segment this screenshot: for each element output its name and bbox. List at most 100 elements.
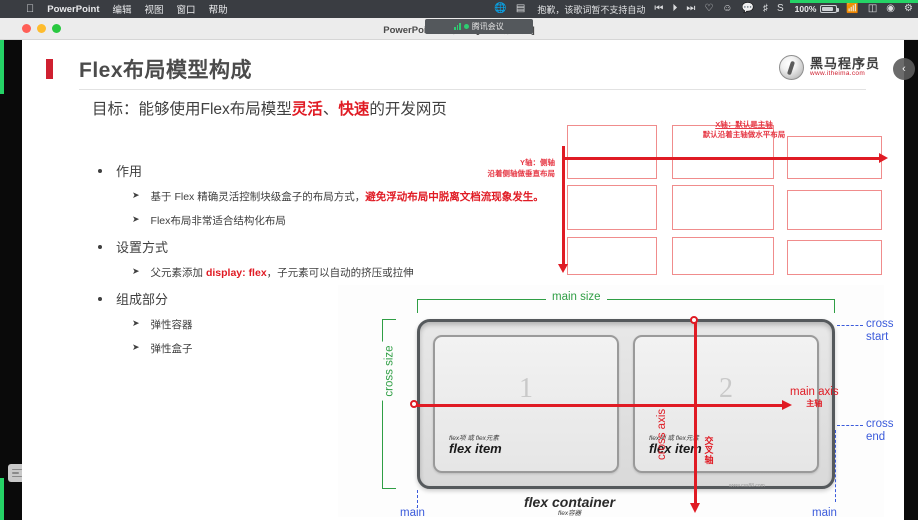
flex-item-number: 1 xyxy=(519,373,533,404)
screenshot-root:  PowerPoint 编辑 视图 窗口 帮助 🌐 ▤ 抱歉，该歌词暂不支持自… xyxy=(0,0,918,520)
title-divider xyxy=(79,89,866,90)
page-title: Flex布局模型构成 xyxy=(79,59,253,82)
menu-item-powerpoint[interactable]: PowerPoint xyxy=(47,4,99,15)
objective-highlight-1: 灵活 xyxy=(291,101,323,118)
main-axis-origin-dot xyxy=(410,400,418,408)
arrow-bullet-icon: ➤ xyxy=(132,190,140,200)
wechat-icon[interactable]: 💬 xyxy=(742,4,754,14)
music-note-icon[interactable]: ♯ xyxy=(763,4,768,14)
lyrics-status-text: 抱歉，该歌词暂不支持自动 xyxy=(537,4,646,15)
arrow-bullet-icon: ➤ xyxy=(132,214,140,224)
flex-container-label: flex container flex容器 xyxy=(524,494,616,518)
arrow-bullet-icon: ➤ xyxy=(132,342,140,352)
flex-model-diagram: main size cross size 1 flex项 或 flex元素 fl… xyxy=(338,285,893,520)
sub-bullet-item: ➤ Flex布局非常适合结构化布局 xyxy=(132,213,558,228)
bullet-dot-icon xyxy=(98,296,102,301)
sub-bullet-text-2: ，子元素可以自动的挤压或拉伸 xyxy=(266,267,414,279)
bullet-dot-icon xyxy=(98,244,102,249)
left-rail xyxy=(0,40,22,520)
y-axis-annotation-line2: 沿着侧轴做垂直布局 xyxy=(487,168,556,178)
logo-name: 黑马程序员 xyxy=(809,56,880,72)
main-axis-label-cn: 主轴 xyxy=(806,399,823,409)
next-track-icon[interactable]: ⏭ xyxy=(686,4,695,14)
grid-box xyxy=(787,190,882,230)
grid-box xyxy=(567,185,657,230)
signal-bars-icon xyxy=(454,23,461,30)
menu-item-edit[interactable]: 编辑 xyxy=(113,2,132,16)
heart-icon[interactable]: ♡ xyxy=(704,4,713,14)
diagram-watermark: www.css88.com xyxy=(729,483,765,489)
meeting-overlay-badge[interactable]: 腾讯会议 xyxy=(425,19,533,34)
main-start-label: main start xyxy=(400,507,425,520)
cross-start-label: cross start xyxy=(866,318,894,344)
flex-container-label-cn: flex容器 xyxy=(557,510,582,518)
grid-box xyxy=(672,237,774,275)
sub-bullet-highlight: 避免浮动布局中脱离文档流现象发生。 xyxy=(365,191,544,203)
apple-icon[interactable]:  xyxy=(26,3,34,15)
cross-axis-label-cn: 交叉轴 xyxy=(704,436,714,465)
bullet-dot-icon xyxy=(98,168,102,173)
horse-logo-icon xyxy=(778,55,804,80)
play-icon[interactable]: ⏵ xyxy=(672,4,677,14)
main-end-label: main end xyxy=(812,507,837,520)
bullet-item: 设置方式 xyxy=(98,237,558,256)
y-axis-annotation-line1: Y轴：侧轴 xyxy=(519,158,555,167)
bullet-label: 作用 xyxy=(116,164,143,179)
sub-bullet-code: display: flex xyxy=(205,267,267,279)
objective-prefix: 目标：能够使用Flex布局模型 xyxy=(92,101,292,118)
y-axis-arrow xyxy=(557,146,568,273)
y-axis-annotation: Y轴：侧轴 沿着侧轴做垂直布局 xyxy=(459,158,556,180)
sogou-input-icon[interactable]: S xyxy=(777,4,784,14)
objective-suffix: 的开发网页 xyxy=(369,101,447,118)
flex-container-label-en: flex container xyxy=(524,494,616,510)
sub-bullet-item: ➤ 父元素添加 display: flex，子元素可以自动的挤压或拉伸 xyxy=(132,265,558,280)
airdrop-icon[interactable]: ◫ xyxy=(868,4,877,14)
cross-start-dash xyxy=(837,325,863,326)
cross-end-dash xyxy=(837,425,863,426)
title-accent-bar xyxy=(46,59,53,79)
slide-canvas: Flex布局模型构成 黑马程序员 www.itheima.com 目标：能够使用… xyxy=(22,41,904,520)
main-start-label-line1: main xyxy=(400,507,425,519)
main-start-dash xyxy=(417,490,418,508)
meeting-overlay-label: 腾讯会议 xyxy=(471,22,504,31)
main-axis-label: main axis 主轴 xyxy=(790,385,839,409)
objective-separator: 、 xyxy=(322,101,339,118)
previous-track-icon[interactable]: ⏮ xyxy=(654,4,663,14)
chevron-left-icon[interactable]: ‹ xyxy=(893,58,915,80)
cross-axis-origin-dot xyxy=(690,316,698,324)
menu-item-help[interactable]: 帮助 xyxy=(209,2,228,16)
sub-bullet-text: 基于 Flex 精确灵活控制块级盒子的布局方式， xyxy=(150,191,366,203)
sub-bullet-text: 弹性盒子 xyxy=(150,343,193,355)
wifi-icon[interactable]: 📶 xyxy=(846,4,858,14)
arrow-bullet-icon: ➤ xyxy=(132,318,140,328)
objective-highlight-2: 快速 xyxy=(338,101,370,118)
slide-title-row: Flex布局模型构成 xyxy=(46,54,252,84)
brand-logo: 黑马程序员 www.itheima.com xyxy=(778,55,880,80)
main-axis-arrow xyxy=(414,400,792,410)
sub-bullet-text: Flex布局非常适合结构化布局 xyxy=(150,215,286,227)
screen-share-indicator xyxy=(790,0,918,3)
objective-line: 目标：能够使用Flex布局模型灵活、快速的开发网页 xyxy=(92,97,447,119)
x-axis-annotation: X轴：默认是主轴 默认沿着主轴做水平布局 xyxy=(669,120,819,140)
right-edge-strip xyxy=(904,18,918,520)
cross-axis-arrow xyxy=(690,320,700,513)
x-axis-annotation-line1: X轴：默认是主轴 xyxy=(715,120,773,129)
bullet-label: 组成部分 xyxy=(116,292,169,307)
main-size-label: main size xyxy=(546,291,607,303)
recording-dot-icon xyxy=(463,24,469,29)
menu-item-window[interactable]: 窗口 xyxy=(177,2,196,16)
sub-bullet-item: ➤ 基于 Flex 精确灵活控制块级盒子的布局方式，避免浮动布局中脱离文档流现象… xyxy=(132,189,558,204)
battery-percent-label: 100% xyxy=(794,4,817,14)
macos-menubar:  PowerPoint 编辑 视图 窗口 帮助 🌐 ▤ 抱歉，该歌词暂不支持自… xyxy=(0,0,918,18)
control-center-icon[interactable]: ⚙ xyxy=(904,4,913,14)
cross-end-label: cross end xyxy=(866,418,894,444)
list-menu-icon[interactable] xyxy=(8,464,26,482)
grid-box xyxy=(672,185,774,230)
siri-icon[interactable]: ◉ xyxy=(886,4,895,14)
grid-box xyxy=(787,240,882,275)
arrow-bullet-icon: ➤ xyxy=(132,266,140,276)
display-icon[interactable]: ▤ xyxy=(516,4,525,14)
contacts-icon[interactable]: ☺ xyxy=(722,4,732,14)
menu-item-view[interactable]: 视图 xyxy=(145,2,164,16)
globe-icon[interactable]: 🌐 xyxy=(494,4,506,14)
